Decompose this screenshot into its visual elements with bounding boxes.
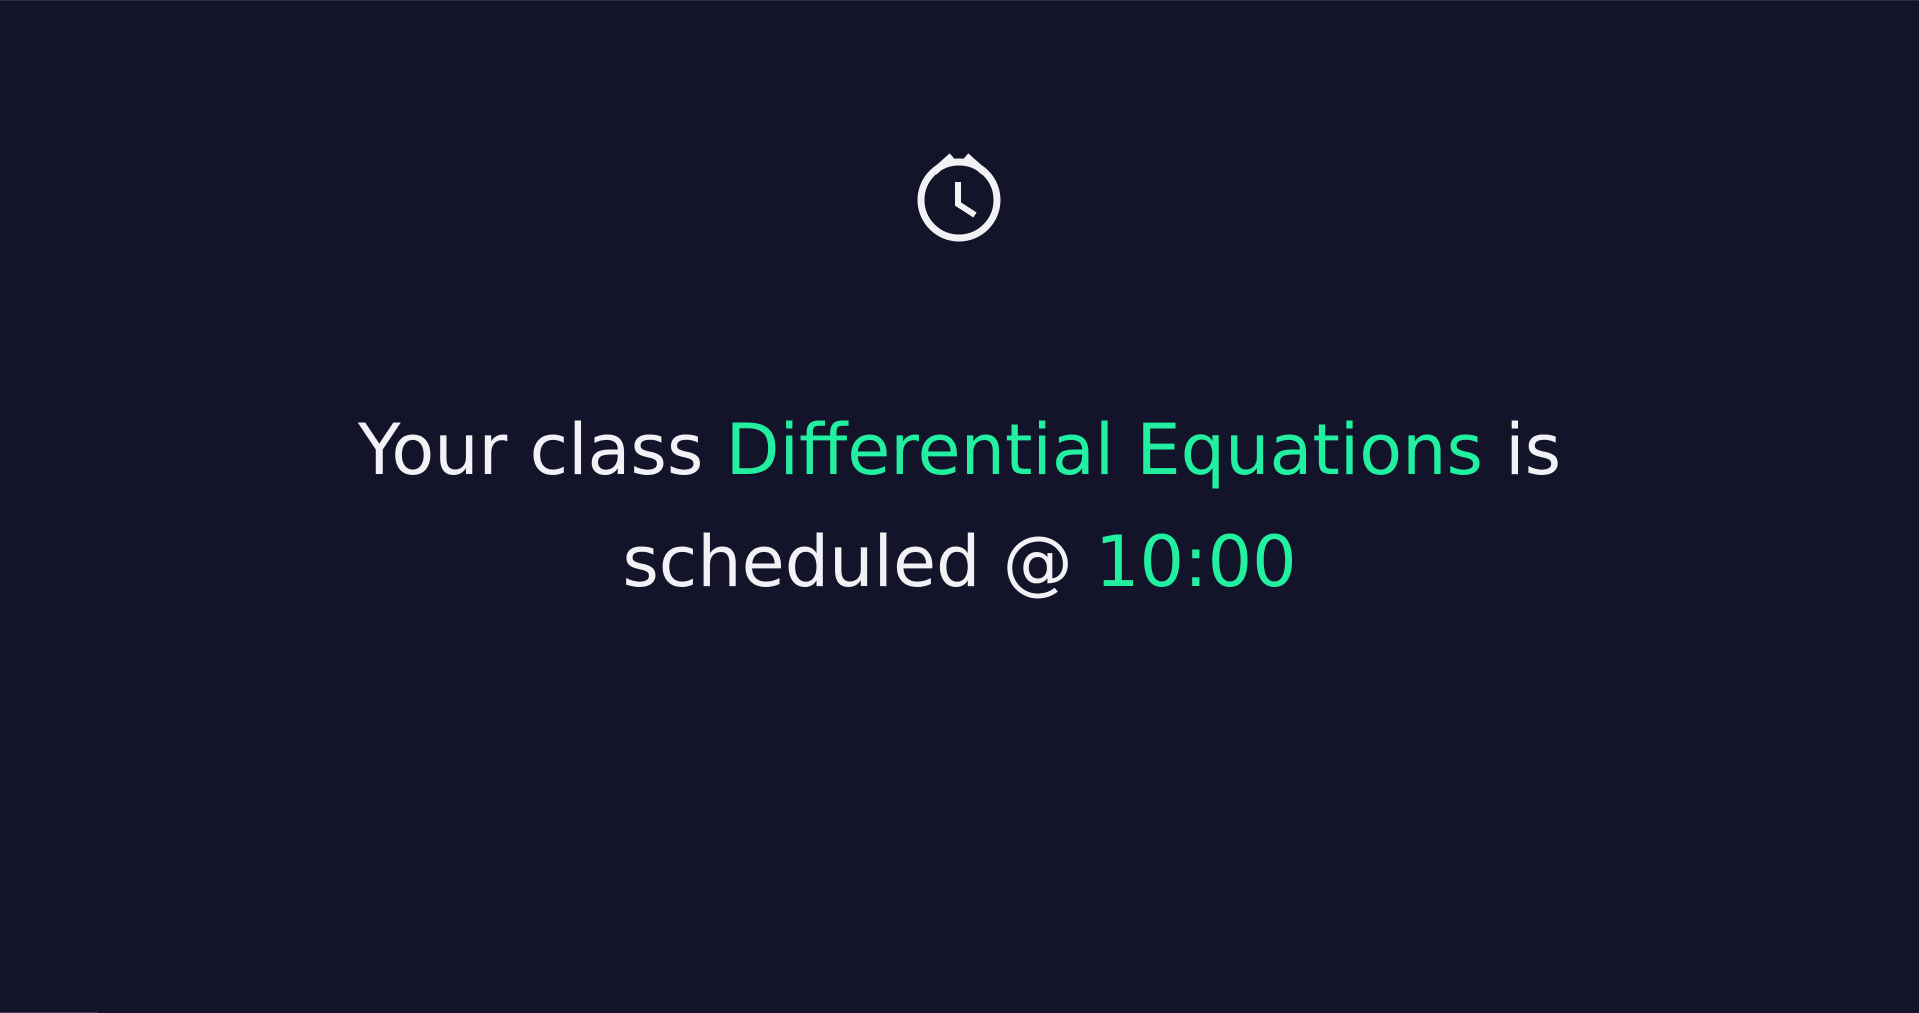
class-name: Differential Equations bbox=[725, 409, 1483, 491]
class-time: 10:00 bbox=[1094, 521, 1297, 603]
notification-screen: Your class Differential Equations is sch… bbox=[0, 0, 1919, 1013]
message-prefix: Your class bbox=[357, 409, 726, 491]
class-schedule-message: Your class Differential Equations is sch… bbox=[300, 394, 1619, 618]
alarm-clock-icon bbox=[909, 151, 1009, 251]
